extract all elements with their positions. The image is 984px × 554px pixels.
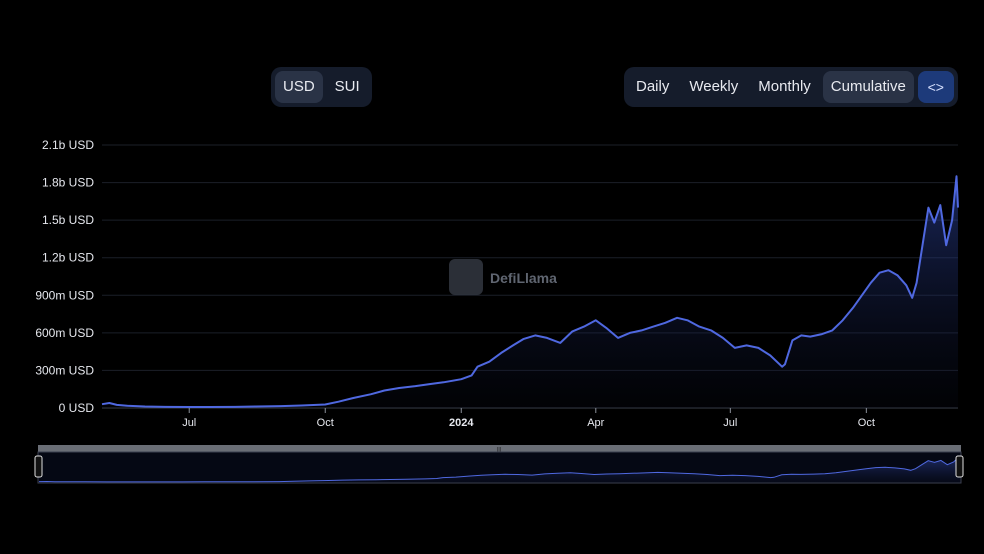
y-tick-label: 300m USD (35, 363, 94, 377)
usd-button[interactable]: USD (275, 71, 323, 103)
brush-right-handle[interactable] (955, 455, 964, 478)
y-tick-label: 1.2b USD (42, 251, 94, 265)
y-tick-label: 600m USD (35, 326, 94, 340)
y-tick-label: 900m USD (35, 288, 94, 302)
x-tick-label: Oct (317, 417, 334, 429)
monthly-button[interactable]: Monthly (750, 71, 819, 103)
weekly-button[interactable]: Weekly (681, 71, 746, 103)
x-tick-label: Oct (858, 417, 875, 429)
series-area (102, 176, 958, 408)
x-tick-label: Jul (182, 417, 196, 429)
watermark: DefiLlama (449, 259, 557, 295)
y-tick-label: 1.8b USD (42, 176, 94, 190)
y-tick-label: 0 USD (59, 401, 95, 415)
x-axis: Jul Oct 2024 Apr Jul Oct (102, 407, 958, 429)
unit-toggle: USD SUI (271, 67, 372, 107)
y-tick-label: 1.5b USD (42, 213, 94, 227)
y-tick-label: 2.1b USD (42, 138, 94, 152)
code-brackets-icon[interactable]: <> (917, 71, 954, 103)
watermark-text: DefiLlama (490, 270, 557, 286)
y-axis: 0 USD 300m USD 600m USD 900m USD 1.2b USD 1.5… (35, 138, 94, 415)
range-brush[interactable]: ||| (34, 445, 964, 484)
daily-button[interactable]: Daily (628, 71, 677, 103)
llama-logo-icon (449, 259, 483, 295)
cumulative-button[interactable]: Cumulative (822, 71, 914, 103)
x-tick-label: Apr (587, 417, 604, 429)
sui-button[interactable]: SUI (327, 71, 368, 103)
x-tick-label: Jul (723, 417, 737, 429)
x-tick-label: 2024 (449, 417, 474, 429)
period-toggle: Daily Weekly Monthly Cumulative <> (624, 67, 958, 107)
brush-left-handle[interactable] (34, 455, 43, 478)
